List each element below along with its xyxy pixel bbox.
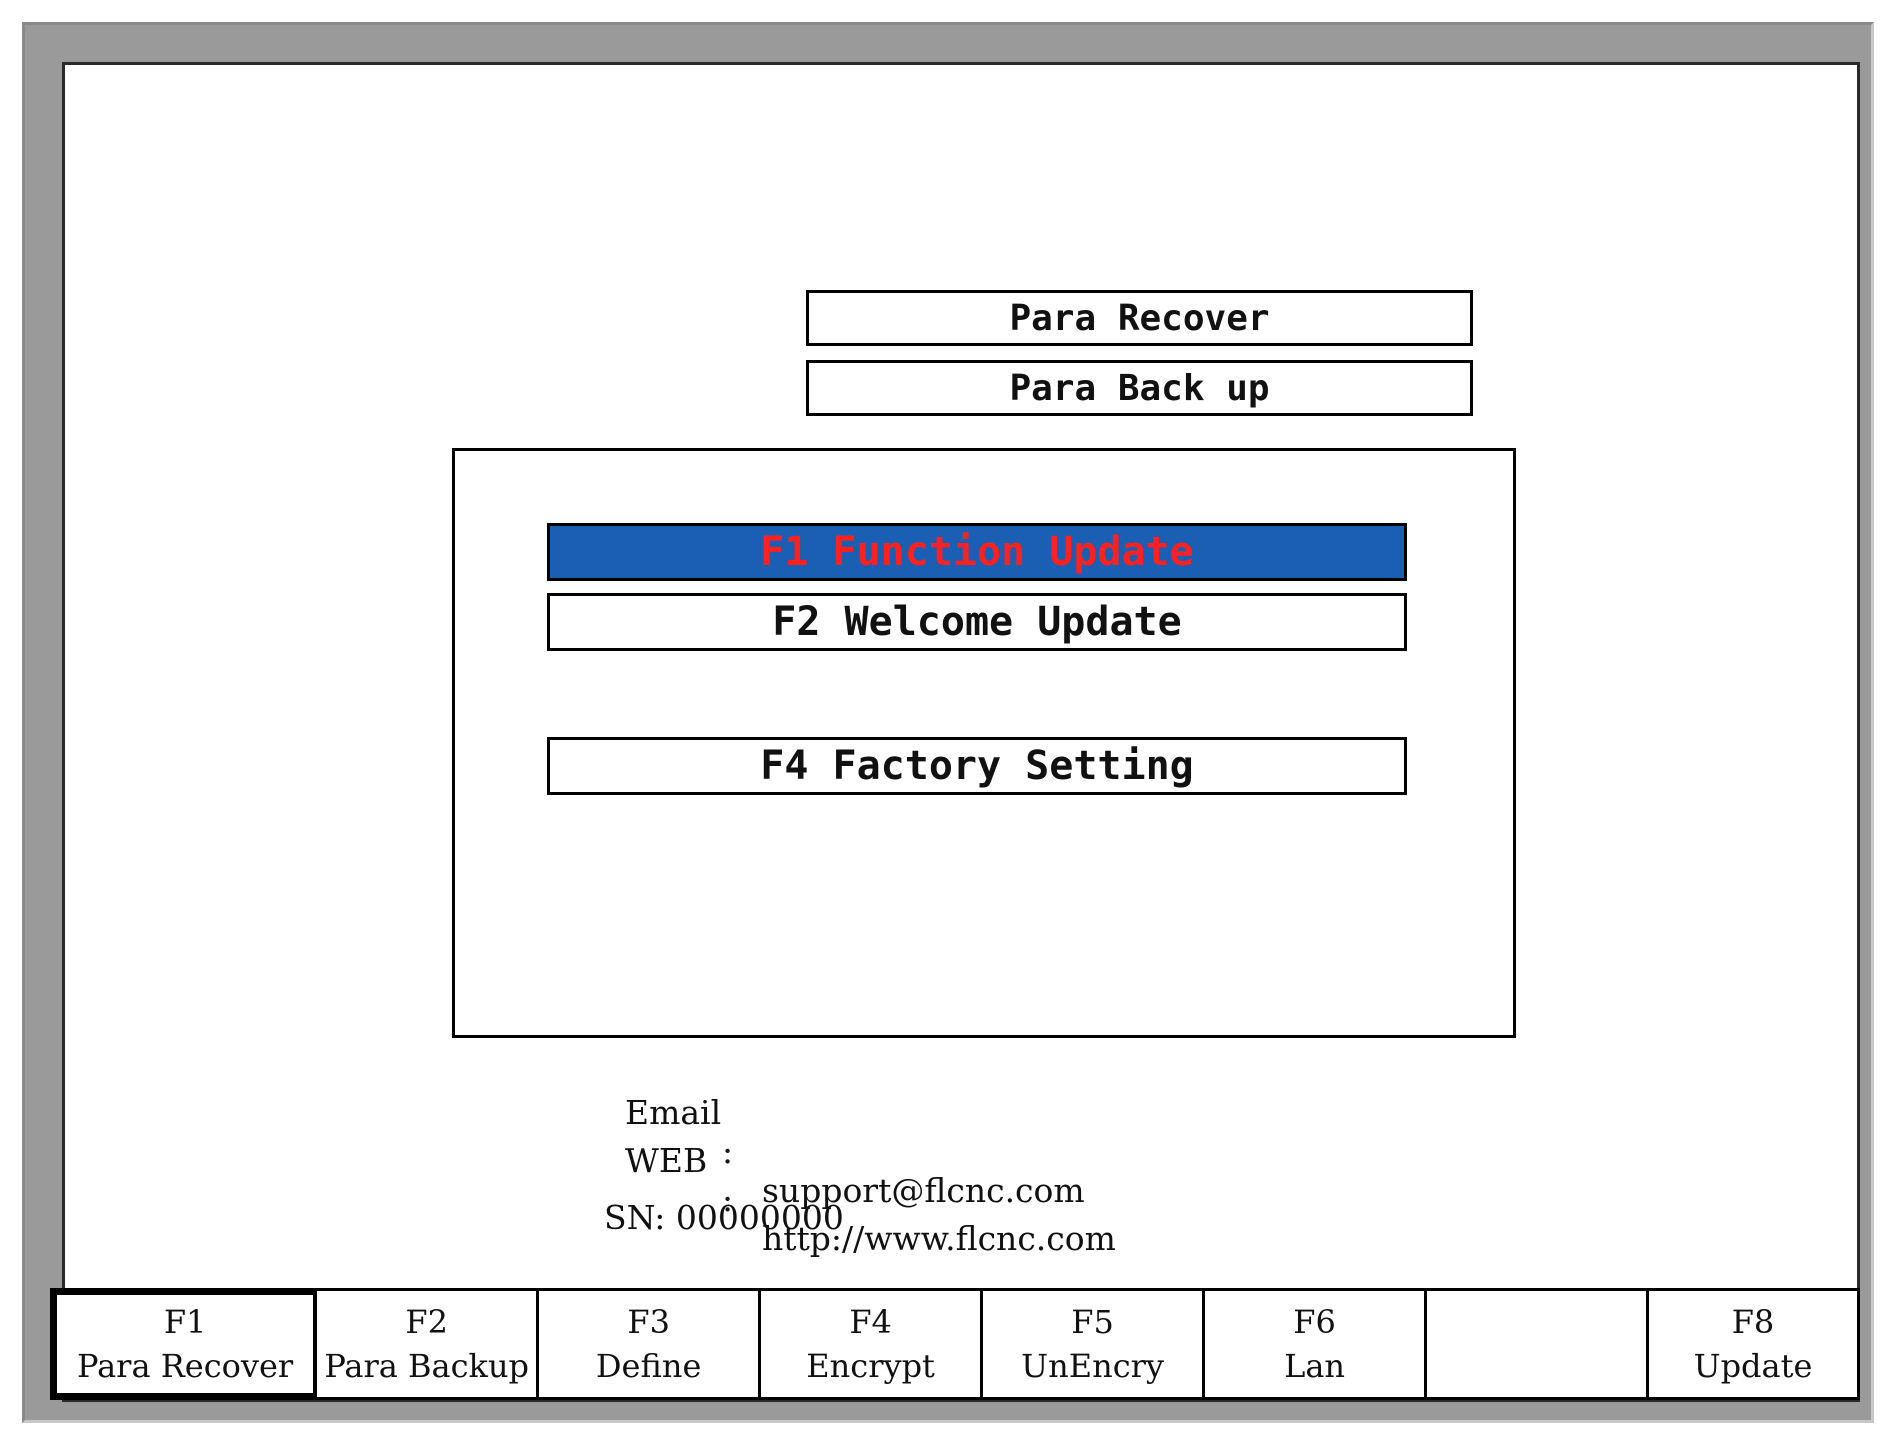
fkey-f7-empty[interactable] (1427, 1291, 1649, 1397)
menu-para-recover-label: Para Recover (1009, 297, 1270, 339)
welcome-update-label: F2 Welcome Update (772, 599, 1182, 645)
web-label: WEB (624, 1141, 708, 1180)
fkey-f2-label: Para Backup (324, 1347, 530, 1385)
menu-para-backup-button[interactable]: Para Back up (806, 360, 1473, 416)
update-dialog: F1 Function Update F2 Welcome Update F4 … (452, 448, 1516, 1038)
fkey-f5-label: UnEncry (1021, 1347, 1164, 1385)
function-update-option[interactable]: F1 Function Update (547, 523, 1407, 581)
fkey-f1-label: Para Recover (76, 1347, 294, 1385)
serial-number: SN: 00000000 (604, 1198, 844, 1237)
fkey-f1-key: F1 (163, 1303, 207, 1341)
fkey-f3-label: Define (595, 1347, 702, 1385)
fkey-f4-label: Encrypt (806, 1347, 935, 1385)
fkey-f6-label: Lan (1284, 1347, 1346, 1385)
fkey-f8-label: Update (1693, 1347, 1813, 1385)
menu-para-backup-label: Para Back up (1009, 367, 1270, 409)
function-key-bar: F1 Para Recover F2 Para Backup F3 Define… (50, 1288, 1860, 1400)
fkey-f3-define[interactable]: F3 Define (539, 1291, 762, 1397)
fkey-f6-lan[interactable]: F6 Lan (1205, 1291, 1428, 1397)
factory-setting-label: F4 Factory Setting (760, 743, 1194, 789)
fkey-f6-key: F6 (1293, 1303, 1336, 1341)
factory-setting-option[interactable]: F4 Factory Setting (547, 737, 1407, 795)
fkey-f4-encrypt[interactable]: F4 Encrypt (761, 1291, 984, 1397)
fkey-f3-key: F3 (627, 1303, 670, 1341)
fkey-f5-unencry[interactable]: F5 UnEncry (983, 1291, 1206, 1397)
fkey-f5-key: F5 (1071, 1303, 1114, 1341)
fkey-f2-para-backup[interactable]: F2 Para Backup (317, 1291, 540, 1397)
function-update-label: F1 Function Update (760, 529, 1194, 575)
fkey-f4-key: F4 (849, 1303, 892, 1341)
welcome-update-option[interactable]: F2 Welcome Update (547, 593, 1407, 651)
email-sep: : (722, 1132, 734, 1171)
fkey-f8-update[interactable]: F8 Update (1649, 1291, 1857, 1397)
fkey-f1-para-recover[interactable]: F1 Para Recover (53, 1291, 318, 1397)
fkey-f2-key: F2 (405, 1303, 448, 1341)
menu-para-recover-button[interactable]: Para Recover (806, 290, 1473, 346)
fkey-f8-key: F8 (1731, 1303, 1775, 1341)
